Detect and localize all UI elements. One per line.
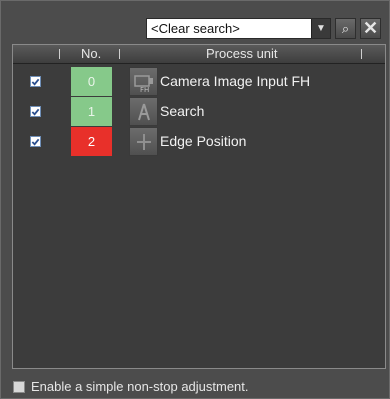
header-no[interactable]: No. <box>81 46 101 61</box>
column-separator <box>119 49 120 59</box>
search-unit-icon[interactable] <box>129 97 158 126</box>
enable-checkbox[interactable] <box>30 106 41 117</box>
enable-checkbox[interactable] <box>30 76 41 87</box>
table-row[interactable]: 1 Search <box>13 97 385 127</box>
unit-label[interactable]: Camera Image Input FH <box>160 73 310 89</box>
edge-position-icon[interactable] <box>129 127 158 156</box>
unit-number-ok[interactable]: 1 <box>71 97 112 126</box>
list-header: No. Process unit <box>13 45 385 64</box>
column-separator <box>361 49 362 59</box>
chevron-down-icon[interactable]: ▼ <box>311 19 330 38</box>
non-stop-adjustment-label[interactable]: Enable a simple non-stop adjustment. <box>31 379 249 394</box>
table-row[interactable]: 2 Edge Position <box>13 127 385 157</box>
unit-number-ng[interactable]: 2 <box>71 127 112 156</box>
magnifier-icon: ⌕ <box>341 20 350 36</box>
non-stop-adjustment-option[interactable]: Enable a simple non-stop adjustment. <box>13 379 249 394</box>
header-process-unit[interactable]: Process unit <box>206 46 278 61</box>
process-unit-window: <Clear search> ▼ ⌕ ✕ No. Process unit 0 <box>0 0 390 399</box>
non-stop-adjustment-checkbox[interactable] <box>13 380 25 393</box>
svg-text:FH: FH <box>140 86 149 93</box>
enable-checkbox[interactable] <box>30 136 41 147</box>
camera-fh-icon[interactable]: FH <box>129 67 158 96</box>
process-unit-list[interactable]: No. Process unit 0 FH Camera Image Input… <box>12 44 386 369</box>
close-icon: ✕ <box>362 18 379 38</box>
search-input[interactable]: <Clear search> <box>147 21 311 36</box>
search-combo-box[interactable]: <Clear search> ▼ <box>146 18 331 39</box>
unit-label[interactable]: Search <box>160 103 204 119</box>
table-row[interactable]: 0 FH Camera Image Input FH <box>13 67 385 97</box>
search-button[interactable]: ⌕ <box>335 18 356 39</box>
column-separator <box>59 49 60 59</box>
close-button[interactable]: ✕ <box>360 18 381 39</box>
unit-number-ok[interactable]: 0 <box>71 67 112 96</box>
unit-label[interactable]: Edge Position <box>160 133 246 149</box>
